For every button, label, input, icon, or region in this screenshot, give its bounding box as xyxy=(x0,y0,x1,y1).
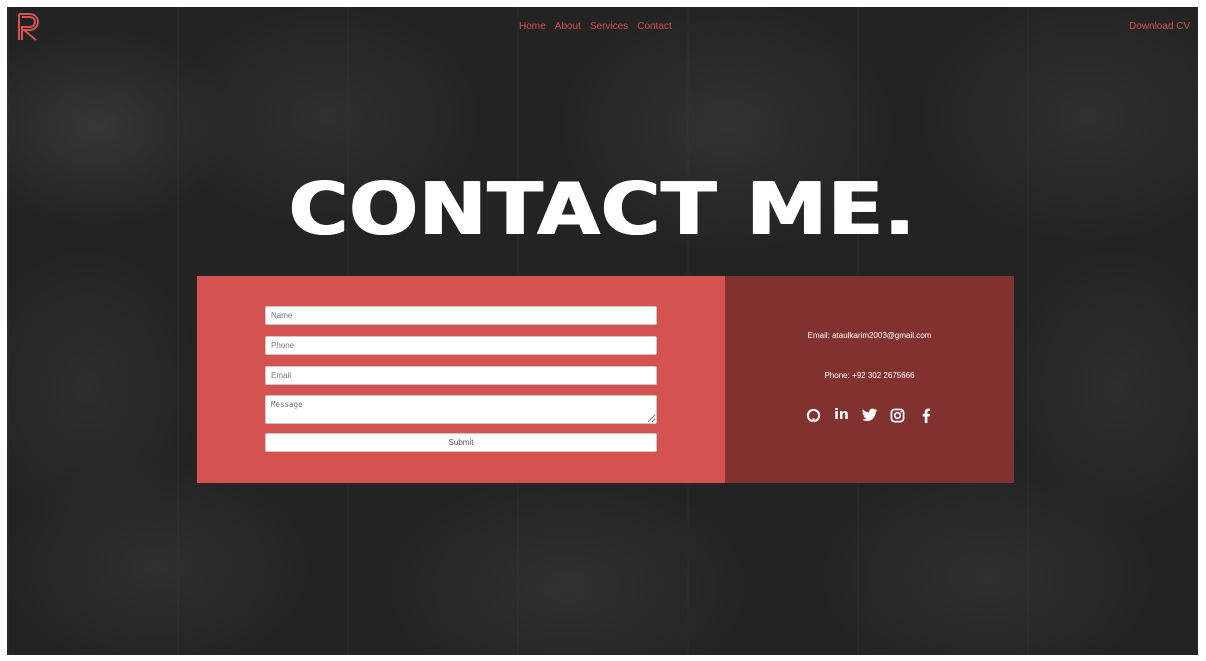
contact-email: Email: ataulkarim2003@gmail.com xyxy=(807,331,932,340)
logo-icon[interactable] xyxy=(16,12,42,42)
nav-contact[interactable]: Contact xyxy=(637,21,671,32)
twitter-icon[interactable] xyxy=(861,407,878,423)
page-background: Home About Services Contact Download CV … xyxy=(7,7,1198,655)
name-field[interactable] xyxy=(265,306,657,325)
social-links: in xyxy=(725,407,1014,423)
message-field[interactable] xyxy=(265,395,657,424)
phone-field[interactable] xyxy=(265,336,657,355)
submit-button[interactable]: Submit xyxy=(265,433,657,452)
contact-form-panel: Submit xyxy=(197,276,725,483)
nav-about[interactable]: About xyxy=(555,21,581,32)
page-title: CONTACT ME. xyxy=(289,167,916,251)
nav-services[interactable]: Services xyxy=(590,21,628,32)
contact-info-panel: Email: ataulkarim2003@gmail.com Phone: +… xyxy=(725,276,1014,483)
contact-phone: Phone: +92 302 2675666 xyxy=(824,371,915,380)
linkedin-icon[interactable]: in xyxy=(834,407,850,423)
instagram-icon[interactable] xyxy=(890,407,906,423)
nav-home[interactable]: Home xyxy=(519,21,546,32)
github-icon[interactable] xyxy=(806,407,822,423)
download-cv-link[interactable]: Download CV xyxy=(1129,21,1190,32)
facebook-icon[interactable] xyxy=(918,407,934,423)
email-field[interactable] xyxy=(265,366,657,385)
main-nav: Home About Services Contact xyxy=(519,21,672,32)
